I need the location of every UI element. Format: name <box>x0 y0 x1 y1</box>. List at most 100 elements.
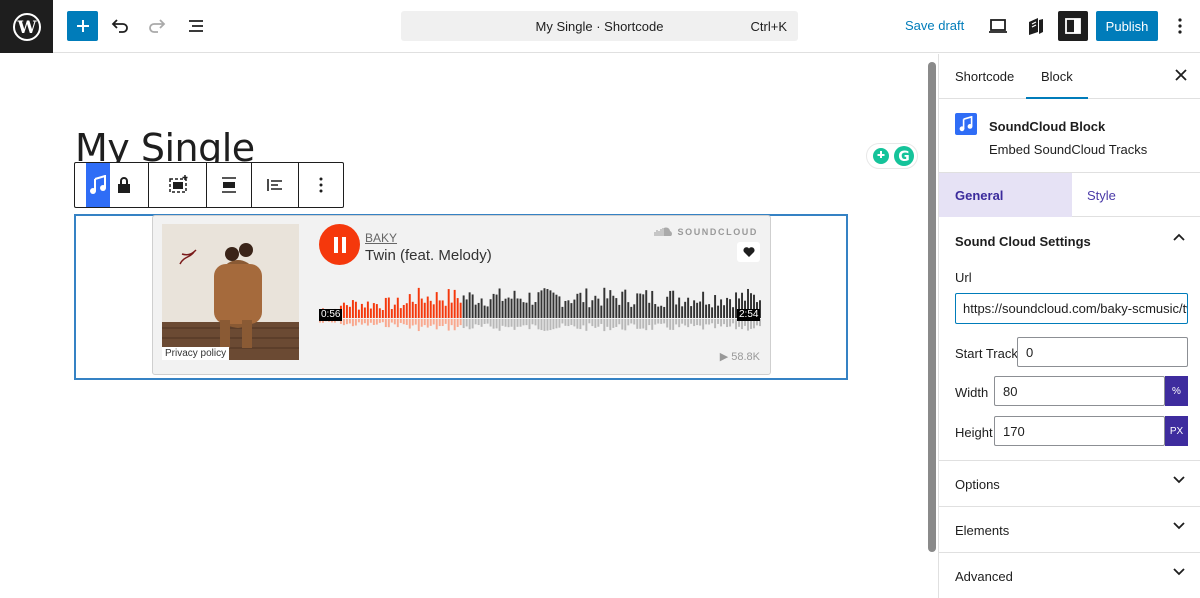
waveform-reflection-bar <box>606 319 609 327</box>
play-count-value: 58.8K <box>731 351 760 363</box>
waveform-bar <box>609 290 612 318</box>
redo-button[interactable] <box>141 10 173 42</box>
waveform-reflection-bar <box>501 319 504 326</box>
like-button[interactable] <box>737 242 760 262</box>
waveform-bar <box>720 299 723 318</box>
options-panel-toggle[interactable]: Options <box>939 461 1200 507</box>
align-left-icon <box>267 179 282 191</box>
waveform-bar <box>354 301 357 318</box>
waveform-reflection-bar <box>516 319 519 327</box>
waveform-bar <box>342 302 345 318</box>
waveform-bar <box>603 287 606 318</box>
waveform-bar <box>627 302 630 318</box>
waveform-reflection-bar <box>648 319 651 326</box>
document-overview-button[interactable] <box>180 10 212 42</box>
waveform-reflection-bar <box>543 319 546 331</box>
lock-icon <box>118 177 130 193</box>
grammarly-widget[interactable]: G <box>866 143 918 169</box>
save-draft-button[interactable]: Save draft <box>905 18 964 33</box>
waveform-reflection-bar <box>399 319 402 323</box>
waveform-reflection-bar <box>504 319 507 327</box>
tab-block[interactable]: Block <box>1026 69 1088 99</box>
waveform-reflection-bar <box>438 319 441 327</box>
waveform-reflection-bar <box>660 319 663 324</box>
tab-shortcode[interactable]: Shortcode <box>955 69 1014 84</box>
wordpress-logo-button[interactable]: W <box>0 0 53 53</box>
undo-button[interactable] <box>104 10 136 42</box>
waveform-reflection-bar <box>375 319 378 325</box>
waveform-reflection-bar <box>354 319 357 326</box>
waveform-reflection-bar <box>441 319 444 327</box>
waveform-reflection-bar <box>612 319 615 328</box>
waveform-bar <box>447 289 450 318</box>
waveform-reflection-bar <box>624 319 627 331</box>
text-align-button[interactable] <box>255 163 295 207</box>
waveform-reflection-bar <box>465 319 468 327</box>
waveform-reflection-bar <box>720 319 723 327</box>
waveform-reflection-bar <box>657 319 660 324</box>
waveform-bar <box>402 304 405 318</box>
waveform-bar <box>579 292 582 318</box>
width-label: Width <box>955 385 989 400</box>
editor-top-bar: W My Single · Shortcode Ctrl+K Save draf… <box>0 0 1200 53</box>
waveform-bar <box>414 303 417 318</box>
publish-button[interactable]: Publish <box>1096 11 1158 41</box>
close-sidebar-button[interactable] <box>1175 68 1187 86</box>
vertical-ellipsis-icon <box>319 177 323 193</box>
canvas-scrollbar[interactable] <box>928 62 936 552</box>
elements-panel-toggle[interactable]: Elements <box>939 507 1200 553</box>
waveform-reflection-bar <box>363 319 366 324</box>
width-unit-button[interactable]: % <box>1165 376 1188 406</box>
current-time: 0:56 <box>319 309 343 321</box>
height-field[interactable]: 170 <box>994 416 1165 446</box>
align-button[interactable] <box>209 163 249 207</box>
waveform-reflection-bar <box>486 319 489 324</box>
add-block-button[interactable] <box>67 11 98 41</box>
track-artwork[interactable]: Privacy policy <box>162 224 299 360</box>
waveform[interactable] <box>319 276 762 341</box>
pause-button[interactable] <box>319 224 360 265</box>
waveform-reflection-bar <box>588 319 591 324</box>
select-parent-button[interactable] <box>158 163 198 207</box>
artist-link[interactable]: BAKY <box>365 231 397 245</box>
privacy-policy-link[interactable]: Privacy policy <box>162 347 230 360</box>
settings-toggle-button[interactable] <box>1058 11 1088 41</box>
waveform-reflection-bar <box>555 319 558 329</box>
close-icon <box>1175 69 1187 81</box>
block-options-button[interactable] <box>301 163 341 207</box>
lock-button[interactable] <box>110 163 138 207</box>
height-unit-button[interactable]: PX <box>1165 416 1188 446</box>
panel-title: Options <box>955 476 1000 492</box>
soundcloud-logo[interactable]: SOUNDCLOUD <box>653 227 759 237</box>
waveform-reflection-bar <box>708 319 711 325</box>
waveform-bar <box>462 295 465 318</box>
waveform-bar <box>708 304 711 318</box>
plugin-button[interactable] <box>1020 10 1052 42</box>
desktop-preview-icon <box>989 19 1007 33</box>
waveform-bar <box>438 300 441 318</box>
settings-sidebar: Shortcode Block SoundCloud Block Embed S… <box>938 54 1200 598</box>
preview-button[interactable] <box>982 10 1014 42</box>
block-type-button[interactable] <box>86 163 110 207</box>
waveform-reflection-bar <box>693 319 696 327</box>
waveform-reflection-bar <box>528 319 531 330</box>
width-field[interactable]: 80 <box>994 376 1165 406</box>
waveform-reflection-bar <box>702 319 705 330</box>
tab-general[interactable]: General <box>939 173 1072 217</box>
track-title[interactable]: Twin (feat. Melody) <box>365 247 492 264</box>
waveform-reflection-bar <box>546 319 549 331</box>
more-options-button[interactable] <box>1164 10 1196 42</box>
album-cover-image <box>162 224 299 360</box>
advanced-panel-toggle[interactable]: Advanced <box>939 553 1200 598</box>
start-track-field[interactable]: 0 <box>1017 337 1188 367</box>
url-field[interactable]: https://soundcloud.com/baky-scmusic/twin <box>955 293 1188 324</box>
waveform-bar <box>480 298 483 318</box>
waveform-reflection-bar <box>558 319 561 328</box>
waveform-reflection-bar <box>513 319 516 330</box>
command-palette-bar[interactable]: My Single · Shortcode Ctrl+K <box>401 11 798 41</box>
sound-cloud-settings-panel-toggle[interactable]: Sound Cloud Settings <box>939 218 1200 264</box>
waveform-bar <box>495 294 498 318</box>
waveform-reflection-bar <box>426 319 429 328</box>
waveform-bar <box>546 289 549 318</box>
tab-style[interactable]: Style <box>1087 173 1116 217</box>
